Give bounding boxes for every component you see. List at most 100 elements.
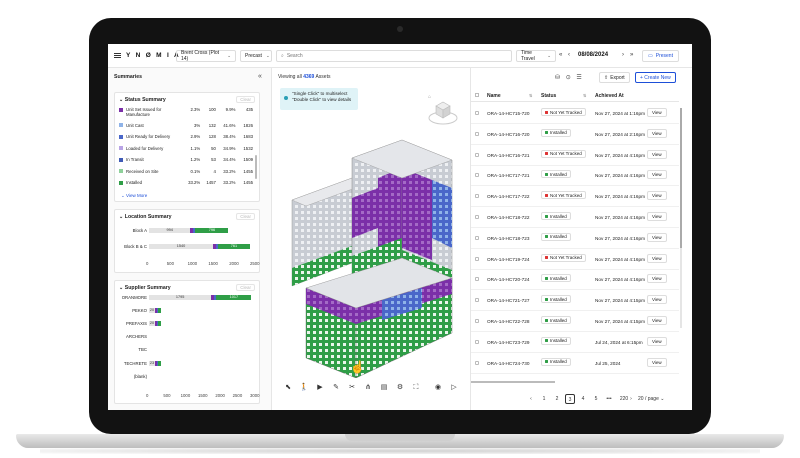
- table-row[interactable]: ORA-14-HC717-722 Not Yet Tracked Nov 27, 2…: [471, 186, 679, 208]
- view-button[interactable]: View: [647, 232, 667, 242]
- status-row[interactable]: In Transit 1.2% 53 34.4% 1509: [119, 157, 253, 162]
- status-row[interactable]: Unit Ready for Delivery 2.9% 128 38.4% 1683: [119, 134, 253, 139]
- bar-segment-remaining[interactable]: 1795: [149, 295, 212, 300]
- view-cube-icon[interactable]: [426, 94, 460, 128]
- status-summary-title[interactable]: ⌄ Status Summary: [119, 97, 166, 103]
- view-more-link[interactable]: ⌄ View More: [121, 193, 147, 199]
- eye-icon[interactable]: ◉: [432, 383, 444, 393]
- section-tool-icon[interactable]: ✂: [346, 383, 358, 393]
- search-box[interactable]: ⌕: [276, 50, 512, 62]
- location-summary-title[interactable]: ⌄ Location Summary: [119, 214, 172, 220]
- row-checkbox[interactable]: [475, 360, 479, 365]
- model-viewer[interactable]: Viewing all 4369 Assets "Single Click" t…: [274, 68, 470, 410]
- table-row[interactable]: ORA-14-HC715-720 Not Yet Tracked Nov 27, 2…: [471, 103, 679, 124]
- view-button[interactable]: View: [647, 274, 667, 284]
- last-date-button[interactable]: »: [630, 52, 633, 58]
- row-checkbox[interactable]: [475, 131, 479, 136]
- model-tree-icon[interactable]: ⋔: [362, 383, 374, 393]
- row-checkbox[interactable]: [475, 215, 479, 219]
- columns-icon[interactable]: ☰: [576, 75, 581, 81]
- header-name[interactable]: Name: [487, 93, 501, 99]
- bar-segment-installed[interactable]: [157, 308, 161, 314]
- counter-icon[interactable]: ⊙: [566, 75, 571, 81]
- status-clear-button[interactable]: Clear: [236, 96, 255, 103]
- status-row[interactable]: Unit Set Issued for Manufacture 2.3% 100 9.…: [119, 107, 253, 117]
- table-row[interactable]: ORA-14-HC722-728 Installed Nov 27, 2024 at…: [471, 311, 679, 332]
- status-row[interactable]: Received on Site 0.1% 4 33.2% 1455: [119, 169, 253, 174]
- table-row[interactable]: ORA-14-HC718-723 Installed Nov 27, 2024 at…: [471, 228, 679, 249]
- fullscreen-icon[interactable]: ⛶: [410, 383, 422, 393]
- prev-page-button[interactable]: ‹: [526, 394, 536, 404]
- page-button[interactable]: 3: [565, 394, 575, 404]
- supplier-clear-button[interactable]: Clear: [236, 284, 255, 291]
- bar-segment-installed[interactable]: [157, 361, 161, 366]
- row-checkbox[interactable]: [475, 319, 479, 323]
- bar-segment-remaining[interactable]: 1540: [149, 244, 214, 249]
- table-row[interactable]: ORA-14-HC716-721 Not Yet Tracked Nov 27, 2…: [471, 145, 679, 166]
- view-button[interactable]: View: [647, 253, 667, 263]
- building-model[interactable]: [282, 138, 466, 378]
- view-button[interactable]: View: [647, 108, 667, 117]
- status-row[interactable]: Loaded for Delivery 1.1% 50 34.9% 1532: [119, 146, 253, 151]
- row-checkbox[interactable]: [475, 256, 479, 261]
- settings-icon[interactable]: ⚙: [394, 383, 406, 393]
- status-row[interactable]: Installed 33.2% 1457 33.2% 1455: [119, 180, 253, 185]
- prev-date-button[interactable]: ‹: [568, 52, 570, 58]
- row-checkbox[interactable]: [475, 111, 479, 115]
- view-button[interactable]: View: [647, 316, 667, 325]
- bar-segment-installed[interactable]: 1017: [216, 295, 252, 300]
- bar-segment-remaining[interactable]: 994: [149, 228, 191, 233]
- view-button[interactable]: View: [647, 295, 667, 305]
- sort-icon[interactable]: ⇅: [529, 93, 532, 98]
- next-date-button[interactable]: ›: [622, 52, 624, 58]
- view-button[interactable]: View: [647, 191, 667, 201]
- view-button[interactable]: View: [647, 336, 667, 346]
- walk-tool-icon[interactable]: 🚶: [298, 383, 310, 393]
- camera-tool-icon[interactable]: ▶: [314, 383, 326, 393]
- properties-icon[interactable]: ▤: [378, 383, 390, 393]
- measure-tool-icon[interactable]: ✎: [330, 383, 342, 393]
- table-vertical-scrollbar[interactable]: [680, 108, 682, 328]
- table-row[interactable]: ORA-14-HC717-721 Installed Nov 27, 2024 at…: [471, 165, 679, 187]
- view-button[interactable]: View: [647, 357, 667, 367]
- create-new-button[interactable]: + Create New: [635, 72, 676, 83]
- table-row[interactable]: ORA-14-HC721-727 Installed Nov 27, 2024 at…: [471, 290, 679, 312]
- bar-segment-installed[interactable]: 761: [218, 244, 250, 249]
- time-travel-select[interactable]: Time Travel ⌄: [516, 50, 556, 62]
- bar-segment-installed[interactable]: 796: [195, 228, 229, 233]
- status-scrollbar[interactable]: [255, 155, 257, 179]
- table-row[interactable]: ORA-14-HC724-730 Installed Jul 25, 2024 Vie…: [471, 353, 679, 374]
- header-achieved[interactable]: Achieved At: [595, 93, 624, 99]
- page-size-select[interactable]: 20 / page ⌄: [638, 394, 664, 404]
- row-checkbox[interactable]: [475, 173, 479, 178]
- table-row[interactable]: ORA-14-HC723-729 Installed Jul 24, 2024 at…: [471, 332, 679, 353]
- first-date-button[interactable]: «: [559, 52, 562, 58]
- page-button[interactable]: 2: [552, 394, 562, 404]
- location-clear-button[interactable]: Clear: [236, 213, 255, 220]
- view-button[interactable]: View: [647, 128, 667, 138]
- view-button[interactable]: View: [647, 212, 667, 221]
- supplier-summary-title[interactable]: ⌄ Supplier Summary: [119, 285, 171, 291]
- page-button[interactable]: 4: [578, 394, 588, 404]
- row-checkbox[interactable]: [475, 235, 479, 240]
- bar-segment-installed[interactable]: [157, 321, 161, 327]
- page-button[interactable]: 1: [539, 394, 549, 404]
- page-button[interactable]: •••: [604, 394, 614, 404]
- filter-icon[interactable]: ⛁: [555, 75, 560, 81]
- row-checkbox[interactable]: [475, 277, 479, 282]
- select-tool-icon[interactable]: ⬉: [282, 383, 294, 393]
- select-all-checkbox[interactable]: [475, 93, 479, 99]
- menu-icon[interactable]: [114, 53, 121, 58]
- export-button[interactable]: ⇧ Export: [599, 72, 630, 83]
- view-button[interactable]: View: [647, 170, 667, 180]
- project-select[interactable]: Brent Cross (Plot 14) ⌄: [176, 50, 236, 62]
- page-button[interactable]: 220: [617, 394, 631, 404]
- collapse-panel-icon[interactable]: «: [258, 73, 262, 80]
- table-row[interactable]: ORA-14-HC720-724 Installed Nov 27, 2024 at…: [471, 269, 679, 291]
- sort-icon[interactable]: ⇅: [583, 93, 586, 98]
- table-row[interactable]: ORA-14-HC718-722 Installed Nov 27, 2024 at…: [471, 207, 679, 228]
- table-row[interactable]: ORA-14-HC716-720 Installed Nov 27, 2024 at…: [471, 124, 679, 145]
- home-icon[interactable]: ⌂: [428, 94, 431, 100]
- row-checkbox[interactable]: [475, 339, 479, 344]
- view-button[interactable]: View: [647, 149, 667, 159]
